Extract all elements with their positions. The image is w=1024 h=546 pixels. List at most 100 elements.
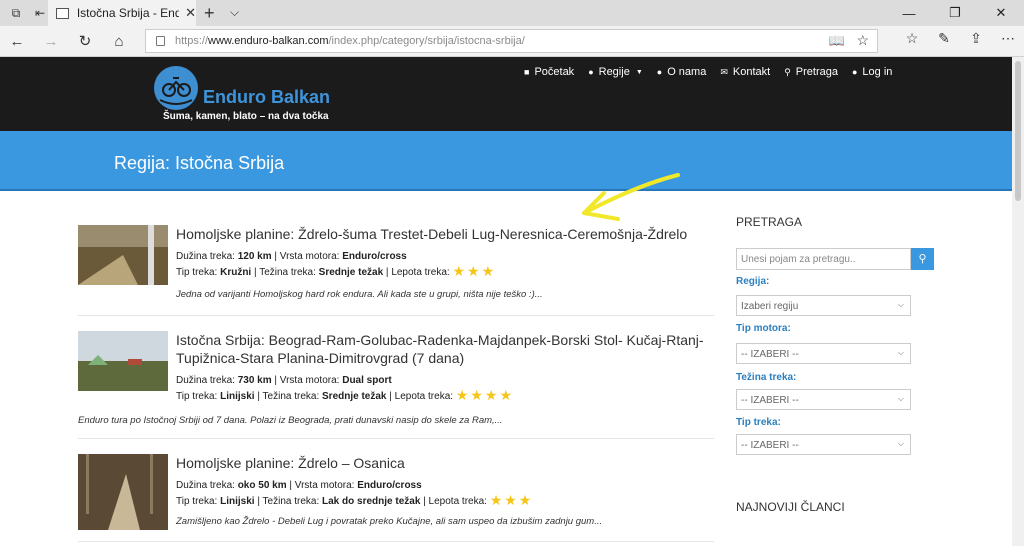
sidebar-heading: PRETRAGA <box>736 215 803 229</box>
meta-value: Linijski <box>220 496 255 507</box>
article-thumbnail[interactable] <box>78 225 168 285</box>
article-meta: Dužina treka: 730 km | Vrsta motora: Dua… <box>176 375 515 403</box>
divider <box>78 541 714 542</box>
main-menu: ■ Početak ● Regije ▼ ● O nama ✉ Kontakt ⚲ Pret… <box>524 66 906 78</box>
meta-label: Tip treka: <box>176 267 218 278</box>
more-icon[interactable]: ⋯ <box>992 30 1024 47</box>
menu-label: O nama <box>667 66 707 78</box>
chevron-down-icon: ⌵ <box>897 348 904 357</box>
search-button[interactable]: ⚲ <box>911 248 934 270</box>
meta-label: Dužina treka: <box>176 251 235 262</box>
meta-value: Srednje težak <box>322 391 387 402</box>
browser-tab-bar: ⧉ ⇤ Istočna Srbija - Enduro B ✕ + ⌵ — ❐ … <box>0 0 1024 26</box>
share-icon[interactable]: ⇪ <box>960 30 992 47</box>
scrollbar-thumb[interactable] <box>1015 61 1021 201</box>
article-item: Istočna Srbija: Beograd-Ram-Golubac-Rade… <box>78 331 716 431</box>
back-icon[interactable]: ← <box>0 33 34 50</box>
menu-label: Početak <box>534 66 575 78</box>
select-value: Izaberi regiju <box>741 301 799 312</box>
menu-item-kontakt[interactable]: ✉ Kontakt <box>720 66 770 78</box>
divider <box>78 438 714 439</box>
website: Enduro Balkan Šuma, kamen, blato – na dv… <box>0 57 1012 546</box>
moto-label: Tip motora: <box>736 323 791 334</box>
page-icon <box>56 7 69 19</box>
new-tab-icon[interactable]: + <box>204 3 215 24</box>
search-input[interactable]: Unesi pojam za pretragu.. <box>736 248 911 270</box>
moto-select[interactable]: -- IZABERI -- ⌵ <box>736 343 911 364</box>
select-value: -- IZABERI -- <box>741 349 799 360</box>
meta-value: Dual sport <box>342 375 392 386</box>
site-brand[interactable]: Enduro Balkan <box>203 87 330 108</box>
select-value: -- IZABERI -- <box>741 440 799 451</box>
meta-value: Linijski <box>220 391 255 402</box>
tab-set-aside-icon[interactable]: ⧉ <box>8 5 24 21</box>
page-banner: Regija: Istočna Srbija <box>0 131 1012 191</box>
page-title: Regija: Istočna Srbija <box>114 153 285 173</box>
chevron-down-icon: ⌵ <box>897 300 904 309</box>
user-icon: ● <box>656 67 663 77</box>
meta-value: Enduro/cross <box>342 251 407 262</box>
article-title[interactable]: Homoljske planine: Ždrelo – Osanica <box>176 454 716 472</box>
home-icon[interactable]: ⌂ <box>102 33 136 50</box>
meta-label: Težina treka: <box>259 267 316 278</box>
article-title[interactable]: Istočna Srbija: Beograd-Ram-Golubac-Rade… <box>176 331 716 367</box>
track-type-select[interactable]: -- IZABERI -- ⌵ <box>736 434 911 455</box>
meta-label: Težina treka: <box>262 391 320 402</box>
pen-icon[interactable]: ✎ <box>928 30 960 47</box>
refresh-icon[interactable]: ↻ <box>68 32 102 50</box>
region-label: Regija: <box>736 276 770 287</box>
chevron-down-icon[interactable]: ⌵ <box>230 5 239 20</box>
article-meta: Dužina treka: oko 50 km | Vrsta motora: … <box>176 480 534 508</box>
address-bar[interactable]: https:// www.enduro-balkan.com /index.ph… <box>145 29 878 53</box>
url-path: /index.php/category/srbija/istocna-srbij… <box>328 35 525 47</box>
star-rating-icon: ★★★ <box>452 263 497 279</box>
divider <box>78 315 714 316</box>
star-rating-icon: ★★★ <box>489 492 534 508</box>
meta-label: Vrsta motora: <box>279 375 340 386</box>
tabs-aside-icon[interactable]: ⇤ <box>32 5 48 21</box>
forward-icon[interactable]: → <box>34 33 68 50</box>
meta-label: Lepota treka: <box>394 391 454 402</box>
tab-title: Istočna Srbija - Enduro B <box>76 6 180 20</box>
browser-nav-bar: ← → ↻ ⌂ https:// www.enduro-balkan.com /… <box>0 26 1024 57</box>
close-tab-icon[interactable]: ✕ <box>185 5 196 21</box>
meta-label: Težina treka: <box>262 496 320 507</box>
menu-item-regije[interactable]: ● Regije ▼ <box>588 66 643 78</box>
site-header: Enduro Balkan Šuma, kamen, blato – na dv… <box>0 57 1012 131</box>
window-controls: — ❐ ✕ <box>886 0 1024 26</box>
article-excerpt: Jedna od varijanti Homoljskog hard rok e… <box>176 289 543 300</box>
restore-icon[interactable]: ❐ <box>932 0 978 26</box>
meta-value: Enduro/cross <box>357 480 422 491</box>
favorite-star-icon[interactable]: ☆ <box>856 32 869 49</box>
sidebar-search: PRETRAGA Unesi pojam za pretragu.. ⚲ Reg… <box>736 215 936 514</box>
reading-view-icon[interactable]: 📖 <box>829 33 845 49</box>
meta-value: Srednje težak <box>318 267 384 278</box>
chevron-down-icon: ⌵ <box>897 394 904 403</box>
meta-value: 120 km <box>237 251 272 262</box>
user-icon: ● <box>851 67 858 77</box>
menu-item-pretraga[interactable]: ⚲ Pretraga <box>784 66 838 78</box>
article-title[interactable]: Homoljske planine: Ždrelo-šuma Trestet-D… <box>176 225 716 243</box>
browser-tab[interactable]: Istočna Srbija - Enduro B ✕ <box>48 0 196 26</box>
meta-label: Tip treka: <box>176 496 218 507</box>
logo-motorbike-icon[interactable] <box>154 66 198 110</box>
difficulty-select[interactable]: -- IZABERI -- ⌵ <box>736 389 911 410</box>
minimize-icon[interactable]: — <box>886 0 932 26</box>
article-excerpt: Enduro tura po Istočnoj Srbiji od 7 dana… <box>78 415 503 426</box>
region-select[interactable]: Izaberi regiju ⌵ <box>736 295 911 316</box>
menu-item-pocetak[interactable]: ■ Početak <box>524 66 574 78</box>
browser-toolbar: ☆ ✎ ⇪ ⋯ <box>896 30 1024 47</box>
menu-item-o-nama[interactable]: ● O nama <box>657 66 707 78</box>
article-thumbnail[interactable] <box>78 454 168 530</box>
favorites-hub-icon[interactable]: ☆ <box>896 30 928 47</box>
menu-item-log-in[interactable]: ● Log in <box>852 66 892 78</box>
close-window-icon[interactable]: ✕ <box>978 0 1024 26</box>
page-scrollbar[interactable] <box>1012 57 1024 546</box>
meta-label: Lepota treka: <box>391 267 450 278</box>
article-thumbnail[interactable] <box>78 331 168 391</box>
meta-label: Dužina treka: <box>176 375 235 386</box>
search-icon: ⚲ <box>784 66 791 77</box>
article-excerpt: Zamišljeno kao Ždrelo - Debeli Lug i pov… <box>176 516 603 527</box>
meta-value: Kružni <box>220 267 252 278</box>
chevron-down-icon: ⌵ <box>897 439 904 448</box>
